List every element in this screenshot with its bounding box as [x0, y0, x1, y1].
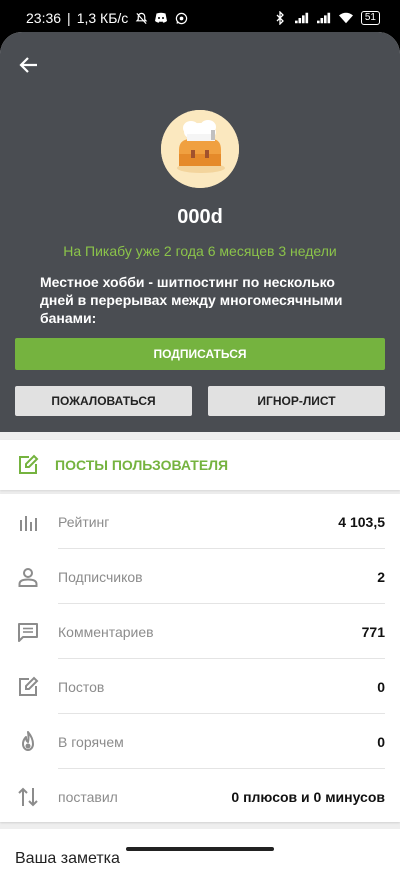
stat-hot: В горячем 0 — [0, 714, 400, 769]
edit-icon — [19, 454, 39, 474]
user-posts-label: ПОСТЫ ПОЛЬЗОВАТЕЛЯ — [55, 457, 229, 473]
profile-about: Местное хобби - шитпостинг по несколько … — [40, 274, 343, 326]
back-button[interactable] — [14, 50, 44, 80]
stat-comments: Комментариев 771 — [0, 604, 400, 659]
network-speed: 1,3 КБ/с — [76, 10, 129, 26]
back-arrow-icon — [19, 57, 37, 73]
person-icon — [16, 565, 40, 589]
status-bar: 23:36 | 1,3 КБ/с 51 — [0, 0, 400, 36]
stat-name: В горячем — [58, 733, 124, 750]
stat-value: 0 — [377, 733, 385, 750]
separator: | — [67, 10, 71, 26]
battery-indicator: 51 — [360, 11, 380, 25]
clock: 23:36 — [26, 10, 62, 26]
stat-value: 771 — [361, 623, 385, 640]
flame-icon — [16, 730, 40, 754]
user-posts-link[interactable]: ПОСТЫ ПОЛЬЗОВАТЕЛЯ — [0, 440, 400, 490]
stat-value: 0 плюсов и 0 минусов — [231, 788, 385, 805]
avatar[interactable] — [161, 110, 239, 188]
report-button[interactable]: ПОЖАЛОВАТЬСЯ — [15, 386, 192, 416]
username: 000d — [177, 206, 223, 228]
stat-subscribers: Подписчиков 2 — [0, 549, 400, 604]
stat-name: Постов — [58, 678, 105, 695]
stats-list: Рейтинг 4 103,5 Подписчиков 2 Комментари… — [0, 494, 400, 822]
whatsapp-icon — [174, 11, 188, 25]
stat-name: поставил — [58, 788, 118, 805]
stat-value: 2 — [377, 568, 385, 585]
stat-name: Рейтинг — [58, 513, 110, 530]
bar-chart-icon — [16, 510, 40, 534]
profile-sheet: 000d На Пикабу уже 2 года 6 месяцев 3 не… — [0, 32, 400, 889]
sort-arrows-icon — [16, 785, 40, 809]
stat-rating: Рейтинг 4 103,5 — [0, 494, 400, 549]
wifi-icon — [338, 11, 353, 25]
muted-bell-icon — [134, 11, 148, 25]
signal-icon-2 — [316, 11, 331, 25]
comment-icon — [16, 620, 40, 644]
subscribe-button[interactable]: ПОДПИСАТЬСЯ — [15, 338, 385, 370]
chef-hat-avatar-icon — [161, 110, 239, 188]
user-note-section[interactable]: Ваша заметка — [0, 829, 400, 889]
user-note-title: Ваша заметка — [15, 850, 120, 867]
bluetooth-icon — [273, 11, 287, 25]
stat-votes: поставил 0 плюсов и 0 минусов — [0, 769, 400, 824]
ignore-list-button[interactable]: ИГНОР-ЛИСТ — [208, 386, 385, 416]
stat-posts: Постов 0 — [0, 659, 400, 714]
stat-name: Подписчиков — [58, 568, 143, 585]
stat-value: 4 103,5 — [338, 513, 385, 530]
stat-value: 0 — [377, 678, 385, 695]
signal-icon-1 — [294, 11, 309, 25]
edit-icon — [16, 675, 40, 699]
member-since: На Пикабу уже 2 года 6 месяцев 3 недели — [63, 243, 337, 259]
stat-name: Комментариев — [58, 623, 154, 640]
discord-icon — [154, 11, 168, 25]
profile-header: 000d На Пикабу уже 2 года 6 месяцев 3 не… — [0, 32, 400, 432]
home-indicator[interactable] — [126, 847, 274, 851]
